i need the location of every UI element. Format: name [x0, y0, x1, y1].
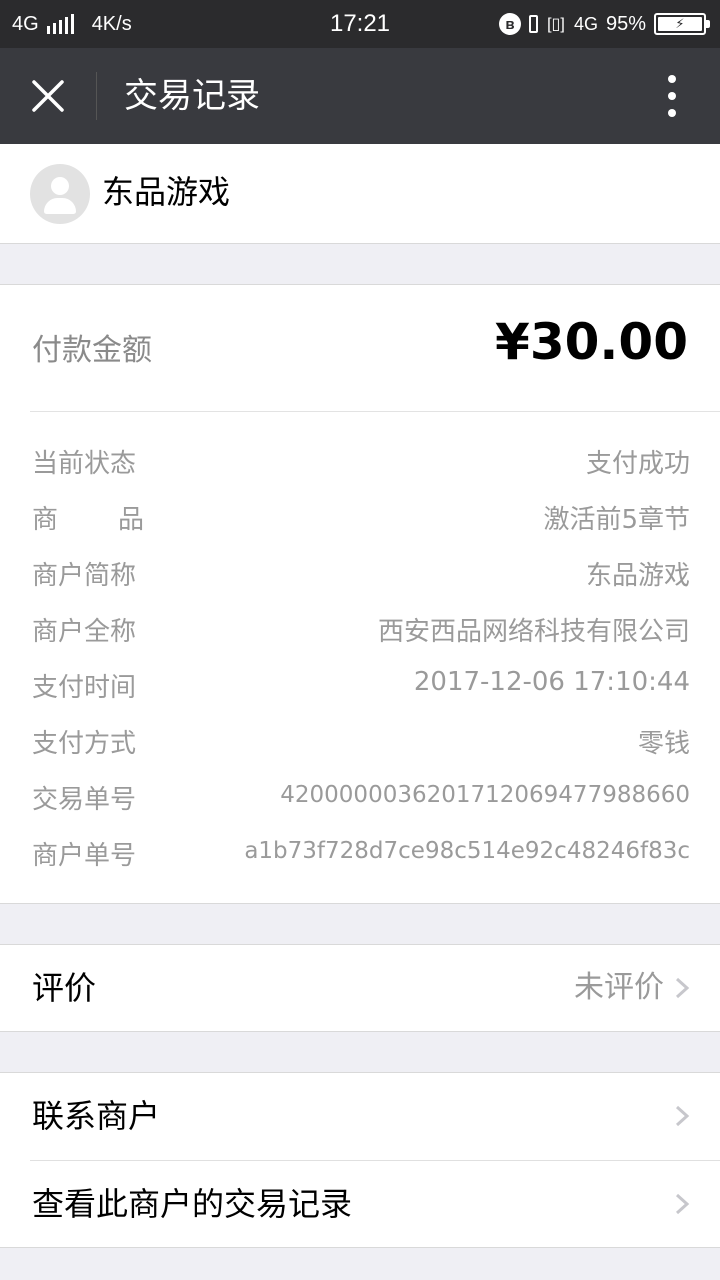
contact-merchant-row[interactable]: 联系商户 — [0, 1073, 720, 1161]
payment-card: 付款金额 ¥30.00 当前状态 支付成功 商品 激活前5章节 商户简称 东品游… — [0, 284, 720, 904]
rating-status: 未评价 — [574, 970, 664, 1005]
detail-row-pay-time: 支付时间 2017-12-06 17:10:44 — [0, 657, 720, 713]
detail-value: 2017-12-06 17:10:44 — [413, 667, 690, 697]
status-bar: 4G 4K/s 17:21 ʙ [▯] 4G 95% ⚡ — [0, 0, 720, 48]
detail-value: 东品游戏 — [585, 561, 690, 591]
merchant-name: 东品游戏 — [102, 173, 231, 211]
vibrate-icon: [▯] — [547, 16, 565, 33]
detail-key: 交易单号 — [32, 785, 137, 815]
user-icon — [51, 177, 69, 195]
chevron-right-icon — [674, 977, 690, 999]
detail-value: 支付成功 — [585, 449, 690, 479]
links-group: 联系商户 查看此商户的交易记录 — [0, 1072, 720, 1248]
rating-row[interactable]: 评价 未评价 — [0, 944, 720, 1032]
detail-row-merchant-full: 商户全称 西安西品网络科技有限公司 — [0, 601, 720, 657]
detail-key: 商户单号 — [32, 841, 137, 871]
amount-label: 付款金额 — [32, 333, 152, 368]
detail-value: 西安西品网络科技有限公司 — [377, 617, 690, 647]
close-icon — [32, 80, 64, 112]
device-battery-icon — [528, 15, 538, 33]
title-divider — [96, 72, 97, 120]
more-vertical-icon — [668, 75, 676, 83]
detail-row-status: 当前状态 支付成功 — [0, 433, 720, 489]
status-right: ʙ [▯] 4G 95% ⚡ — [498, 10, 710, 38]
bluetooth-icon: ʙ — [498, 13, 521, 35]
detail-key: 商户全称 — [32, 617, 137, 647]
amount-value: ¥30.00 — [495, 313, 688, 371]
detail-key: 支付方式 — [32, 729, 137, 759]
detail-value: 4200000036201712069477988660 — [280, 782, 690, 808]
close-button[interactable] — [20, 68, 76, 124]
battery-icon: ⚡ — [654, 13, 710, 35]
chevron-right-icon — [674, 1193, 690, 1215]
contact-merchant-label: 联系商户 — [32, 1097, 161, 1135]
detail-key: 当前状态 — [32, 449, 137, 479]
chevron-right-icon — [674, 1105, 690, 1127]
divider — [30, 411, 720, 412]
merchant-history-label: 查看此商户的交易记录 — [32, 1185, 353, 1223]
network-type-right: 4G — [573, 14, 598, 34]
rating-label: 评价 — [32, 969, 97, 1007]
merchant-header[interactable]: 东品游戏 — [0, 144, 720, 244]
detail-value: 零钱 — [637, 729, 690, 759]
detail-value: a1b73f728d7ce98c514e92c48246f83c — [244, 838, 690, 864]
page-title: 交易记录 — [124, 76, 260, 116]
detail-row-pay-method: 支付方式 零钱 — [0, 713, 720, 769]
detail-key: 商户简称 — [32, 561, 137, 591]
battery-percent: 95% — [605, 12, 646, 35]
detail-key: 支付时间 — [32, 673, 137, 703]
detail-row-merchant-order-id: 商户单号 a1b73f728d7ce98c514e92c48246f83c — [0, 825, 720, 881]
detail-key: 商品 — [32, 505, 144, 535]
title-bar: 交易记录 — [0, 48, 720, 144]
merchant-history-row[interactable]: 查看此商户的交易记录 — [0, 1161, 720, 1249]
detail-row-product: 商品 激活前5章节 — [0, 489, 720, 545]
detail-row-merchant-short: 商户简称 东品游戏 — [0, 545, 720, 601]
charging-icon: ⚡ — [658, 16, 702, 31]
detail-list: 当前状态 支付成功 商品 激活前5章节 商户简称 东品游戏 商户全称 西安西品网… — [0, 433, 720, 881]
detail-row-transaction-id: 交易单号 4200000036201712069477988660 — [0, 769, 720, 825]
avatar — [30, 164, 90, 224]
more-button[interactable] — [648, 68, 696, 124]
detail-value: 激活前5章节 — [543, 505, 690, 535]
